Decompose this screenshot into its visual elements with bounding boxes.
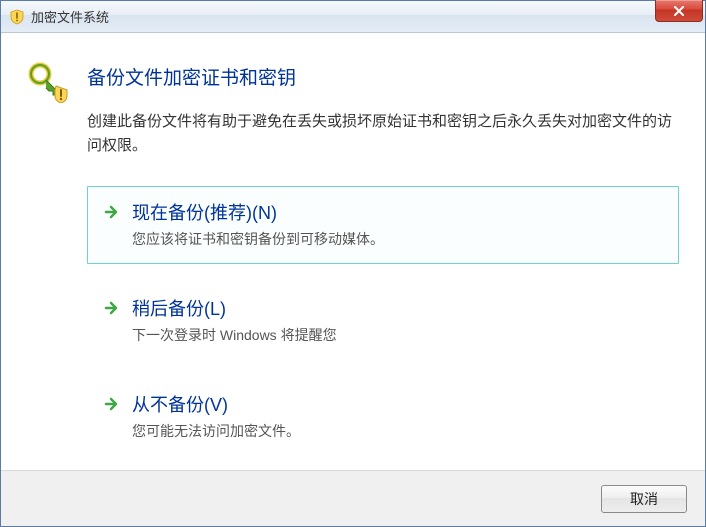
- option-title: 现在备份(推荐)(N): [132, 199, 664, 225]
- option-text: 现在备份(推荐)(N) 您应该将证书和密钥备份到可移动媒体。: [132, 199, 664, 249]
- arrow-right-icon: [102, 203, 120, 221]
- dialog-content: 备份文件加密证书和密钥 创建此备份文件将有助于避免在丢失或损坏原始证书和密钥之后…: [1, 33, 705, 470]
- option-subtitle: 您可能无法访问加密文件。: [132, 421, 664, 441]
- window-title: 加密文件系统: [31, 7, 109, 26]
- close-button[interactable]: [655, 0, 703, 22]
- shield-warning-icon: [9, 9, 25, 25]
- titlebar: 加密文件系统: [1, 1, 705, 33]
- header-text: 备份文件加密证书和密钥: [87, 61, 679, 110]
- option-subtitle: 下一次登录时 Windows 将提醒您: [132, 325, 664, 345]
- option-title: 从不备份(V): [132, 391, 664, 417]
- dialog-description: 创建此备份文件将有助于避免在丢失或损坏原始证书和密钥之后永久丢失对加密文件的访问…: [87, 110, 679, 158]
- close-icon: [673, 6, 685, 16]
- option-backup-later[interactable]: 稍后备份(L) 下一次登录时 Windows 将提醒您: [87, 282, 679, 360]
- option-backup-now[interactable]: 现在备份(推荐)(N) 您应该将证书和密钥备份到可移动媒体。: [87, 186, 679, 264]
- dialog-heading: 备份文件加密证书和密钥: [87, 63, 679, 90]
- header-row: 备份文件加密证书和密钥: [27, 61, 679, 110]
- option-text: 从不备份(V) 您可能无法访问加密文件。: [132, 391, 664, 441]
- key-shield-icon: [27, 61, 69, 103]
- arrow-right-icon: [102, 395, 120, 413]
- option-text: 稍后备份(L) 下一次登录时 Windows 将提醒您: [132, 295, 664, 345]
- cancel-button[interactable]: 取消: [601, 485, 687, 513]
- arrow-right-icon: [102, 299, 120, 317]
- option-never-backup[interactable]: 从不备份(V) 您可能无法访问加密文件。: [87, 378, 679, 456]
- options-list: 现在备份(推荐)(N) 您应该将证书和密钥备份到可移动媒体。 稍后备份(L) 下…: [87, 186, 679, 456]
- dialog-footer: 取消: [1, 470, 705, 526]
- option-title: 稍后备份(L): [132, 295, 664, 321]
- option-subtitle: 您应该将证书和密钥备份到可移动媒体。: [132, 229, 664, 249]
- dialog-window: 加密文件系统 备份文件加密证书和密钥 创建此备份文: [0, 0, 706, 527]
